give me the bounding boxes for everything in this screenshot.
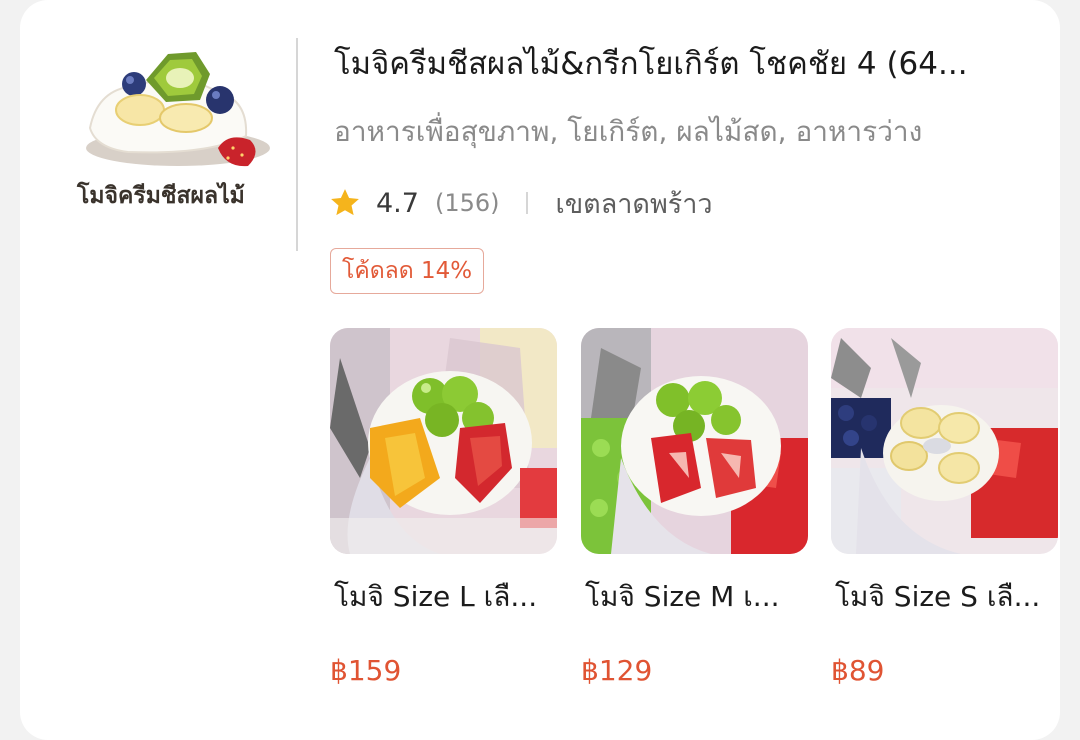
product-image[interactable]	[581, 328, 808, 554]
coupon-label: โค้ดลด 14%	[342, 258, 473, 284]
shop-meta: 4.7 (156) เขตลาดพร้าว	[328, 183, 713, 223]
product-name[interactable]: โมจิ Size M เ...	[585, 575, 805, 619]
product-card[interactable]: โมจิ Size L เลื... ฿159	[330, 328, 557, 687]
product-price: ฿159	[330, 654, 402, 687]
product-name[interactable]: โมจิ Size S เลื...	[835, 575, 1055, 619]
shop-logo-text: โมจิครีมชีสผลไม้	[77, 182, 245, 209]
shop-area: เขตลาดพร้าว	[555, 188, 713, 220]
product-image[interactable]	[330, 328, 557, 554]
star-icon	[331, 189, 359, 216]
divider	[296, 38, 298, 251]
product-name[interactable]: โมจิ Size L เลื...	[334, 575, 554, 619]
shop-title[interactable]: โมจิครีมชีสผลไม้&กรีกโยเกิร์ต โชคชัย 4 (…	[334, 38, 1054, 88]
product-price: ฿89	[831, 654, 885, 687]
product-image[interactable]	[831, 328, 1058, 554]
coupon-badge: โค้ดลด 14%	[330, 248, 485, 294]
shop-categories: อาหารเพื่อสุขภาพ, โยเกิร์ต, ผลไม้สด, อาห…	[334, 115, 923, 148]
meta-separator	[525, 192, 528, 214]
review-count: (156)	[434, 189, 500, 217]
product-card[interactable]: โมจิ Size S เลื... ฿89	[831, 328, 1058, 687]
product-price: ฿129	[581, 654, 653, 687]
rating-value: 4.7	[376, 187, 419, 219]
shop-card[interactable]: โมจิครีมชีสผลไม้ โมจิครีมชีสผลไม้&กรีกโย…	[20, 0, 1060, 740]
product-card[interactable]: โมจิ Size M เ... ฿129	[581, 328, 808, 687]
